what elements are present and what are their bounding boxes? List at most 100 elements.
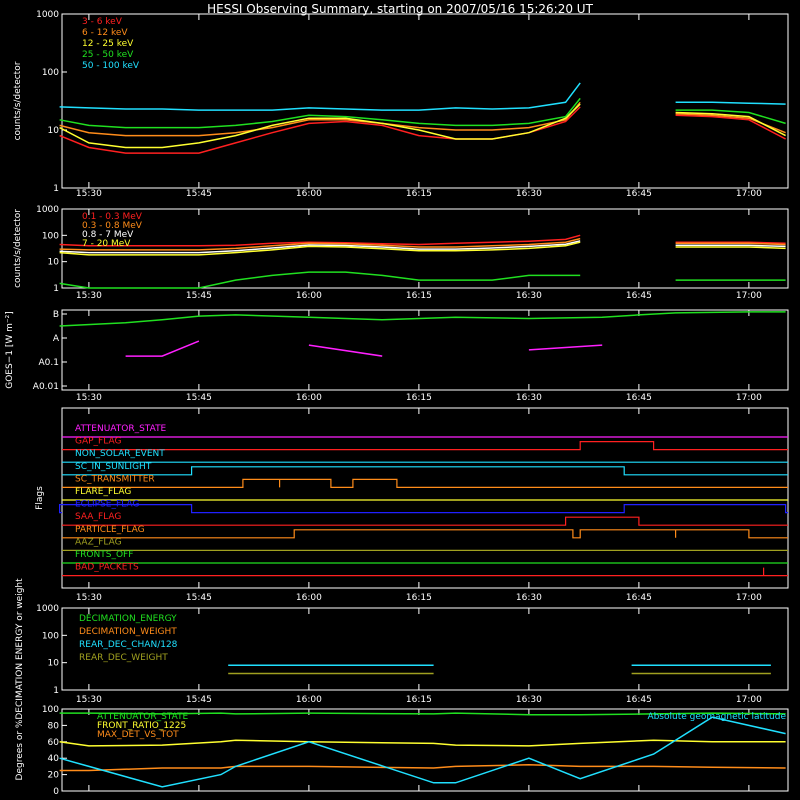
high_energy-xtick-label: 16:30 [516, 291, 542, 301]
flag-label-3: SC_IN_SUNLIGHT [75, 462, 152, 472]
flag-label-8: PARTICLE_FLAG [75, 525, 145, 535]
high_energy-ytick-label: 1000 [36, 205, 59, 215]
flags-ylabel: Flags [35, 486, 45, 510]
goes-xtick-label: 17:00 [736, 393, 762, 403]
decimation-xtick-label: 15:30 [76, 695, 102, 705]
geometry-ytick-label: 40 [48, 754, 60, 764]
high_energy-xtick-label: 16:15 [406, 291, 432, 301]
panel-low_energy: 15:30 15:45 16:00 16:15 16:30 16:45 17:00 1 10 10… [13, 10, 789, 199]
low_energy-series-4 [59, 82, 786, 111]
geometry-ytick-label: 80 [48, 721, 60, 731]
decimation-legend-2: REAR_DEC_CHAN/128 [79, 640, 178, 650]
flag-label-7: SAA_FLAG [75, 512, 121, 522]
decimation-legend-3: REAR_DEC_WEIGHT [79, 653, 168, 663]
low_energy-ytick-label: 100 [42, 68, 59, 78]
flags-xtick-label: 16:30 [516, 593, 542, 603]
low_energy-xtick-label: 16:45 [626, 189, 652, 199]
low_energy-ylabel: counts/s/detector [13, 61, 23, 140]
low_energy-xtick-label: 16:30 [516, 189, 542, 199]
decimation-xtick-label: 16:45 [626, 695, 652, 705]
decimation-xtick-label: 16:00 [296, 695, 322, 705]
geometry-ytick-label: 60 [48, 738, 60, 748]
flag-label-11: BAD_PACKETS [75, 563, 139, 573]
decimation-ytick-label: 100 [42, 631, 59, 641]
flag-label-4: SC_TRANSMITTER [75, 474, 155, 484]
decimation-ytick-label: 1 [53, 686, 59, 696]
goes-series-1 [125, 340, 603, 357]
low_energy-xtick-label: 15:30 [76, 189, 102, 199]
flag-label-0: ATTENUATOR_STATE [75, 424, 167, 434]
flag-label-9: AAZ_FLAG [75, 537, 122, 547]
geometry-legend-2: MAX_DET_VS_TOT [97, 730, 179, 740]
decimation-ylabel: DECIMATION ENERGY or weight [15, 578, 25, 720]
low_energy-ytick-label: 1 [53, 184, 59, 194]
low_energy-legend-4: 50 - 100 keV [82, 61, 140, 71]
low_energy-legend-3: 25 - 50 keV [82, 50, 134, 60]
flags-xtick-label: 17:00 [736, 593, 762, 603]
flag-label-10: FRONTS_OFF [75, 550, 133, 560]
low_energy-frame [61, 13, 789, 189]
goes-xtick-label: 16:45 [626, 393, 652, 403]
low_energy-legend-0: 3 - 6 keV [82, 17, 123, 27]
flags-xtick-label: 16:15 [406, 593, 432, 603]
decimation-ytick-label: 10 [48, 659, 60, 669]
high_energy-xtick-label: 17:00 [736, 291, 762, 301]
flag-line-4 [62, 478, 788, 488]
panel-geometry: 020406080100ATTENUATOR_STATEFRONT_RATIO_… [15, 705, 789, 797]
high_energy-ytick-label: 1 [53, 284, 59, 294]
panels: 15:30 15:45 16:00 16:15 16:30 16:45 17:0011010… [5, 10, 789, 797]
decimation-xtick-label: 16:30 [516, 695, 542, 705]
flags-xtick-label: 15:30 [76, 593, 102, 603]
high_energy-ylabel: counts/s/detector [13, 209, 23, 288]
flag-line-1 [62, 441, 788, 451]
hessi-summary-plot: HESSI Observing Summary, starting on 200… [5, 2, 789, 797]
low_energy-xtick-label: 16:15 [406, 189, 432, 199]
goes-xtick-label: 15:45 [186, 393, 212, 403]
flag-line-11 [62, 567, 788, 577]
high_energy-ytick-label: 10 [48, 258, 60, 268]
panel-decimation: 15:30 15:45 16:00 16:15 16:30 16:45 17:00 1 10 10… [15, 578, 789, 720]
flag-line-6 [59, 504, 788, 514]
low_energy-xtick-label: 17:00 [736, 189, 762, 199]
geometry-ytick-label: 0 [53, 787, 59, 797]
low_energy-xtick-label: 16:00 [296, 189, 322, 199]
flag-line-3 [62, 466, 788, 476]
geometry-ytick-label: 20 [48, 771, 60, 781]
geometry-series-1 [59, 739, 786, 747]
goes-series-0 [59, 311, 786, 327]
goes-xtick-label: 15:30 [76, 393, 102, 403]
goes-xtick-label: 16:30 [516, 393, 542, 403]
flags-xtick-label: 16:45 [626, 593, 652, 603]
panel-high_energy: 15:30 15:45 16:00 16:15 16:30 16:45 17:00 1 10 10… [13, 205, 789, 301]
flag-line-7 [62, 516, 788, 526]
high_energy-series-4 [59, 271, 786, 289]
high_energy-xtick-label: 15:45 [186, 291, 212, 301]
high_energy-legend-3: 7 - 20 MeV [82, 239, 131, 249]
decimation-ytick-label: 1000 [36, 604, 59, 614]
flag-label-2: NON_SOLAR_EVENT [75, 449, 165, 459]
flag-label-5: FLARE_FLAG [75, 487, 131, 497]
flag-line-8 [62, 529, 788, 539]
decimation-xtick-label: 16:15 [406, 695, 432, 705]
goes-frame [61, 309, 789, 391]
high_energy-xtick-label: 16:45 [626, 291, 652, 301]
low_energy-legend-2: 12 - 25 keV [82, 39, 134, 49]
panel-goes: 15:30 15:45 16:00 16:15 16:30 16:45 17:00 B A A0.… [5, 309, 789, 403]
goes-ytick-label: B [53, 310, 59, 320]
low_energy-ytick-label: 10 [48, 126, 60, 136]
geometry-ylabel: Degrees or % [15, 719, 25, 780]
high_energy-xtick-label: 15:30 [76, 291, 102, 301]
goes-ytick-label: A [53, 334, 60, 344]
low_energy-xtick-label: 15:45 [186, 189, 212, 199]
goes-ytick-label: A0.1 [39, 358, 59, 368]
decimation-xtick-label: 17:00 [736, 695, 762, 705]
geometry-ytick-label: 100 [42, 705, 59, 715]
goes-ytick-label: A0.01 [33, 382, 59, 392]
goes-xtick-label: 16:00 [296, 393, 322, 403]
flags-xtick-label: 15:45 [186, 593, 212, 603]
flag-label-1: GAP_FLAG [75, 437, 121, 447]
low_energy-legend-1: 6 - 12 keV [82, 28, 128, 38]
decimation-legend-1: DECIMATION_WEIGHT [79, 627, 177, 637]
panel-flags: 15:30 15:45 16:00 16:15 16:30 16:45 17:00 ATTEN… [35, 407, 789, 603]
high_energy-xtick-label: 16:00 [296, 291, 322, 301]
